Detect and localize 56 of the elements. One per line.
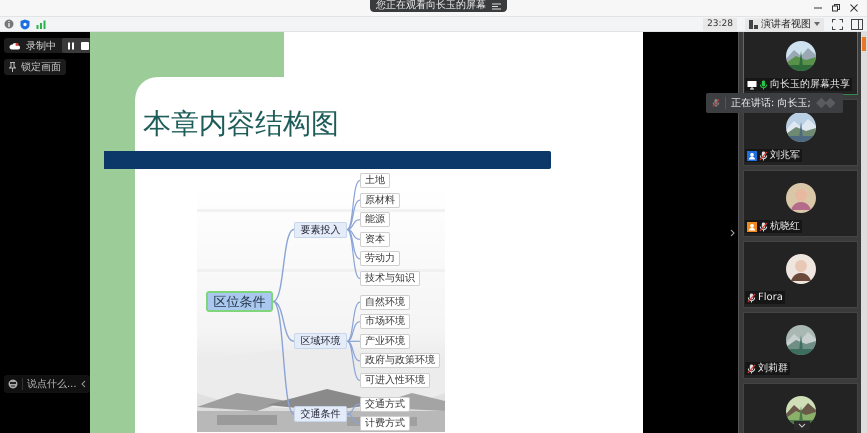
video-tile[interactable]: 向长玉的屏幕共享 (743, 32, 858, 95)
mindmap-leaf-node: 能源 (360, 212, 390, 228)
video-tile[interactable]: 刘莉群 (743, 312, 858, 379)
scrollbar[interactable] (861, 32, 867, 433)
mindmap-leaf-node: 可进入性环境 (360, 373, 430, 388)
participant-label: 向长玉的屏幕共享 (745, 78, 852, 91)
lock-view-button[interactable]: 锁定画面 (4, 59, 66, 75)
participant-label: 刘兆军 (745, 149, 802, 162)
avatar-icon (786, 183, 816, 213)
participant-label: 刘莉群 (745, 362, 790, 375)
shield-icon[interactable] (20, 18, 30, 30)
mindmap-branch-node: 要素投入 (294, 222, 347, 238)
fullscreen-icon[interactable] (832, 18, 843, 30)
participant-label: Flora (745, 291, 785, 304)
avatar-icon (786, 254, 816, 284)
video-tile[interactable]: Flora (743, 241, 858, 308)
expand-icon[interactable] (730, 228, 735, 236)
list-icon[interactable] (492, 2, 501, 10)
mindmap-leaf-node: 产业环境 (360, 334, 410, 349)
mindmap-leaf-node: 政府与政策环境 (360, 353, 440, 368)
emoji-icon[interactable] (8, 379, 18, 389)
slide-title: 本章内容结构图 (143, 107, 339, 141)
muted-mic-icon (712, 98, 720, 108)
connector-line (346, 404, 360, 414)
participant-label: 杭晓红 (745, 220, 802, 233)
sidebar-toggle-icon[interactable] (851, 18, 863, 30)
video-tile[interactable]: 杭晓红 (743, 170, 858, 237)
connector-line (346, 413, 360, 424)
mindmap-leaf-node: 劳动力 (360, 251, 400, 266)
recording-status: 录制中 (26, 40, 56, 52)
mindmap-branch-node: 区域环境 (294, 333, 347, 350)
layout-icon (749, 20, 758, 28)
mindmap-leaf-node: 交通方式 (360, 396, 410, 412)
caret-icon (814, 22, 820, 26)
mindmap-leaf-node: 资本 (360, 232, 390, 247)
mindmap-root-node: 区位条件 (206, 291, 273, 312)
collapse-icon[interactable] (81, 380, 86, 388)
diamond-icon (816, 97, 838, 109)
mindmap-leaf-node: 技术与知识 (360, 271, 420, 286)
restore-button[interactable] (831, 3, 841, 13)
chevron-down-icon[interactable] (798, 423, 806, 428)
mindmap-leaf-node: 自然环境 (360, 294, 410, 310)
view-mode-dropdown[interactable]: 演讲者视图 (745, 18, 824, 30)
pin-icon (9, 62, 16, 72)
video-tile[interactable] (743, 383, 858, 433)
banner-text: 您正在观看向长玉的屏幕 (376, 0, 486, 12)
chat-input-field[interactable]: 说点什么... (4, 375, 90, 393)
mindmap-branch-node: 交通条件 (294, 406, 347, 422)
mindmap-leaf-node: 计费方式 (360, 416, 410, 432)
mindmap-leaf-node: 市场环境 (360, 314, 410, 330)
mindmap-leaf-node: 土地 (360, 173, 390, 188)
info-icon[interactable] (4, 19, 14, 29)
mindmap-leaf-node: 原材料 (360, 192, 400, 208)
meeting-timer: 23:28 (703, 18, 737, 30)
close-button[interactable] (849, 3, 859, 13)
cloud-icon (9, 42, 20, 50)
